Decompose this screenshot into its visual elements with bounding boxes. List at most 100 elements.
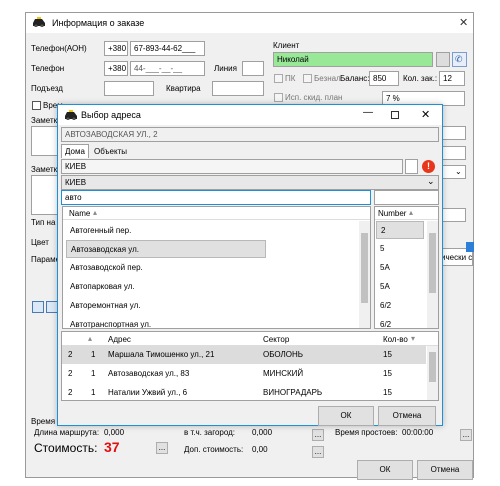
phone-label: Телефон — [31, 64, 65, 73]
cashless-checkbox[interactable] — [303, 74, 312, 83]
table-header: ▴ Адрес Сектор Кол-во ▾ — [62, 332, 438, 346]
city-extra-button[interactable] — [405, 159, 418, 174]
list-item[interactable]: 5 — [376, 240, 424, 258]
orders-count-input[interactable]: 12 — [439, 71, 465, 86]
city-field[interactable]: КИЕВ — [61, 159, 403, 174]
minimize-button[interactable]: — — [363, 107, 373, 118]
cost-more-button[interactable]: ... — [156, 442, 168, 454]
taxi-icon — [64, 110, 78, 120]
phone-input[interactable]: 44-___-__-__ — [130, 61, 205, 76]
main-close-button[interactable]: ✕ — [459, 16, 468, 29]
route-length-more-button[interactable]: ... — [312, 429, 324, 441]
numbers-header[interactable]: Number ▴ — [375, 207, 438, 220]
numbers-list[interactable]: Number ▴ 2 5 5A 5A 6/2 6/2 — [374, 206, 439, 329]
history-scroll-thumb[interactable] — [429, 352, 436, 382]
dialog-cancel-button[interactable]: Отмена — [378, 406, 436, 426]
selected-address-field: АВТОЗАВОДСКАЯ УЛ., 2 — [61, 127, 439, 142]
list-item[interactable]: Авторемонтная ул. — [66, 297, 266, 315]
street-search-input[interactable]: авто — [61, 190, 371, 205]
list-item[interactable]: 6/2 — [376, 297, 424, 315]
streets-header-label: Name — [69, 209, 91, 218]
chevron-down-icon: ⌄ — [455, 167, 462, 176]
tab-houses[interactable]: Дома — [61, 144, 89, 158]
table-row[interactable]: 2 1 Автозаводская ул., 83 МИНСКИЙ 15 — [62, 365, 426, 383]
type-label: Тип на — [31, 218, 56, 227]
col-address-header[interactable]: Адрес — [108, 335, 131, 344]
col-sector-header[interactable]: Сектор — [263, 335, 289, 344]
main-cancel-button[interactable]: Отмена — [417, 460, 473, 480]
right-field-2[interactable] — [440, 146, 466, 160]
sort-asc-icon: ▴ — [93, 208, 98, 217]
address-history-table[interactable]: ▴ Адрес Сектор Кол-во ▾ 2 1 Маршала Тимо… — [61, 331, 439, 401]
note-label-2: Заметк — [31, 165, 58, 174]
right-field-3[interactable] — [440, 208, 466, 222]
suburb-value: 0,000 — [252, 428, 273, 437]
main-title-bar: Информация о заказе ✕ — [26, 13, 473, 33]
dialog-title: Выбор адреса — [81, 110, 141, 120]
phone-aon-label: Телефон(АОН) — [31, 44, 87, 53]
list-item[interactable]: 5A — [376, 278, 424, 296]
phone-lookup-button[interactable]: ✆ — [452, 52, 467, 67]
suburb-label: в т.ч. загород: — [184, 428, 236, 437]
main-ok-button[interactable]: ОК — [357, 460, 413, 480]
entrance-input[interactable] — [104, 81, 154, 96]
right-dropdown[interactable]: ⌄ — [440, 165, 466, 179]
route-length-label: Длина маршрута: — [34, 428, 100, 437]
numbers-scrollbar[interactable] — [427, 221, 438, 328]
balance-input[interactable]: 850 — [369, 71, 399, 86]
streets-list[interactable]: Name ▴ Автогенный пер. Автозаводская ул.… — [62, 206, 371, 329]
list-item-selected[interactable]: Автозаводская ул. — [66, 240, 266, 258]
numbers-scroll-thumb[interactable] — [429, 233, 436, 293]
phone-aon-prefix[interactable]: +380 — [104, 41, 128, 56]
right-field-1[interactable] — [440, 126, 466, 140]
dialog-ok-button[interactable]: ОК — [318, 406, 374, 426]
sort-desc-icon: ▾ — [411, 334, 416, 343]
idle-time-value: 00:00:00 — [402, 428, 434, 437]
address-dialog: Выбор адреса — ✕ АВТОЗАВОДСКАЯ УЛ., 2 До… — [57, 104, 443, 426]
arrow-right-icon[interactable] — [466, 242, 474, 252]
phone-prefix[interactable]: +380 — [104, 61, 128, 76]
phone-aon-input[interactable]: 67-893-44-62___ — [130, 41, 205, 56]
discount-plan-checkbox[interactable] — [274, 93, 283, 102]
maximize-button[interactable] — [391, 111, 399, 119]
extra-cost-more-button[interactable]: ... — [312, 446, 324, 458]
client-input[interactable]: Николай — [273, 52, 433, 67]
route-time-label: Время — [31, 417, 56, 426]
list-item[interactable]: Автотранспортная ул. — [66, 316, 266, 328]
table-row-selected[interactable]: 2 1 Маршала Тимошенко ул., 21 ОБОЛОНЬ 15 — [62, 346, 426, 364]
pk-checkbox[interactable] — [274, 74, 283, 83]
tab-objects[interactable]: Объекты — [89, 145, 129, 158]
add-point-button[interactable] — [32, 301, 44, 313]
list-item[interactable]: Автозаводской пер. — [66, 259, 266, 277]
chevron-down-icon: ⌄ — [427, 176, 435, 186]
number-search-input[interactable] — [374, 190, 439, 205]
list-item[interactable]: 5A — [376, 259, 424, 277]
streets-header[interactable]: Name ▴ — [63, 207, 370, 220]
main-window-title: Информация о заказе — [52, 18, 145, 28]
time-checkbox[interactable] — [32, 101, 41, 110]
balance-label: Баланс: — [340, 74, 370, 83]
col-count-header[interactable]: Кол-во — [383, 335, 408, 344]
color-label: Цвет — [31, 238, 49, 247]
list-item-selected[interactable]: 2 — [376, 221, 424, 239]
city-select[interactable]: КИЕВ — [61, 175, 439, 190]
idle-time-more-button[interactable]: ... — [460, 429, 472, 441]
discount-plan-label: Исп. скид. план — [285, 93, 343, 102]
apartment-input[interactable] — [212, 81, 264, 96]
list-item[interactable]: Автопарковая ул. — [66, 278, 266, 296]
client-label: Клиент — [273, 41, 300, 50]
note-label-1: Заметк — [31, 116, 58, 125]
list-item[interactable]: 6/2 — [376, 316, 424, 328]
client-extra-button[interactable] — [436, 52, 450, 67]
list-item[interactable]: Автогенный пер. — [66, 222, 266, 240]
cost-label: Стоимость: — [34, 441, 98, 455]
table-row[interactable]: 2 1 Наталии Ужвий ул., 6 ВИНОГРАДАРЬ 15 — [62, 384, 426, 400]
extra-cost-value: 0,00 — [252, 445, 268, 454]
streets-scrollbar[interactable] — [359, 221, 370, 328]
dialog-close-button[interactable]: ✕ — [421, 108, 430, 121]
line-input[interactable] — [242, 61, 264, 76]
streets-scroll-thumb[interactable] — [361, 233, 368, 303]
dialog-title-bar: Выбор адреса — ✕ — [58, 105, 442, 125]
idle-time-label: Время простоев: — [335, 428, 398, 437]
history-scrollbar[interactable] — [427, 346, 438, 400]
